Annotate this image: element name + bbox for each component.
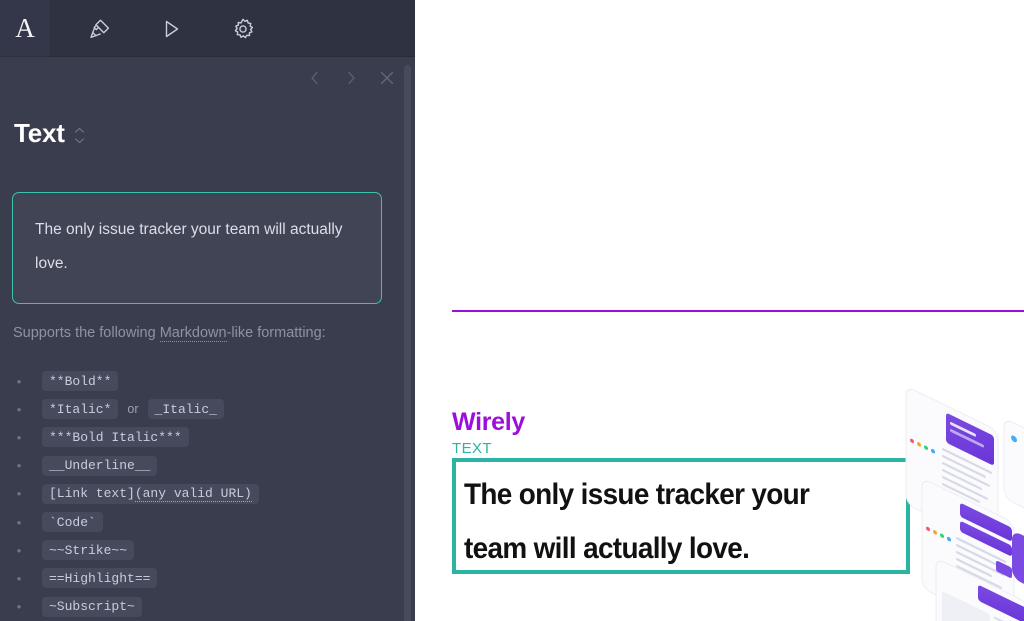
bullet-icon: • — [16, 542, 22, 558]
panel-nav — [305, 70, 397, 90]
syntax-code: ~~Strike~~ — [42, 540, 135, 561]
text-preview-box[interactable]: The only issue tracker your team will ac… — [452, 458, 910, 574]
markdown-help-text: Supports the following Markdown-like for… — [13, 325, 326, 342]
syntax-code: ==Highlight== — [42, 568, 158, 589]
brand-block: Wirely TEXT — [452, 408, 526, 457]
editor-panel: A Text The only issue tracker your team … — [0, 0, 415, 621]
list-item: • ***Bold Italic*** — [10, 423, 401, 451]
syntax-chip-group: __Underline__ — [42, 455, 158, 476]
paint-brush-icon — [87, 16, 113, 42]
text-editor-input[interactable]: The only issue tracker your team will ac… — [12, 192, 382, 304]
preview-line-2: team will actually love. — [464, 532, 750, 565]
close-icon — [378, 69, 396, 92]
nav-back-button[interactable] — [305, 70, 325, 90]
brand-kicker: TEXT — [452, 440, 492, 457]
panel-close-button[interactable] — [377, 70, 397, 90]
nav-forward-button[interactable] — [341, 70, 361, 90]
syntax-code: `Code` — [42, 512, 103, 533]
brand-name: Wirely — [452, 408, 526, 436]
divider-rule — [452, 310, 1024, 312]
bullet-icon: • — [16, 570, 22, 586]
syntax-chip-group: ~~Strike~~ — [42, 540, 135, 561]
syntax-chip-group: *Italic* or _Italic_ — [42, 399, 224, 420]
tab-play[interactable] — [146, 0, 196, 57]
syntax-code: [Link text] — [49, 486, 135, 502]
list-item: • ==Highlight== — [10, 564, 401, 592]
bullet-icon: • — [16, 373, 22, 389]
tab-style[interactable] — [75, 0, 125, 57]
gear-icon — [230, 16, 256, 42]
list-item: • __Underline__ — [10, 452, 401, 480]
syntax-code: **Bold** — [42, 371, 119, 392]
syntax-chip-group: ***Bold Italic*** — [42, 427, 189, 448]
bullet-icon: • — [16, 599, 22, 615]
list-item: • ~Subscript~ — [10, 593, 401, 621]
syntax-code: ~Subscript~ — [42, 596, 142, 617]
list-item: • ~~Strike~~ — [10, 536, 401, 564]
syntax-code: __Underline__ — [42, 455, 158, 476]
page-title: Text — [14, 118, 65, 148]
tab-text[interactable]: A — [0, 0, 50, 57]
chevron-up-down-icon[interactable] — [74, 127, 85, 144]
chevron-left-icon — [307, 70, 323, 91]
syntax-or-label: or — [127, 402, 139, 417]
list-item: • [Link text](any valid URL) — [10, 480, 401, 508]
tab-settings[interactable] — [218, 0, 268, 57]
markdown-syntax-list: • **Bold** • *Italic* or _Italic_ • ***B… — [10, 367, 401, 621]
syntax-chip-group: ==Highlight== — [42, 568, 158, 589]
section-header[interactable]: Text — [14, 118, 85, 149]
syntax-chip-group: [Link text](any valid URL) — [42, 483, 259, 504]
bullet-icon: • — [16, 514, 22, 530]
syntax-chip-group: ~Subscript~ — [42, 596, 142, 617]
syntax-chip-group: `Code` — [42, 512, 103, 533]
list-item: • *Italic* or _Italic_ — [10, 395, 401, 423]
markdown-link[interactable]: Markdown — [159, 325, 227, 342]
preview-line-1: The only issue tracker your — [464, 478, 810, 511]
panel-scrollbar[interactable] — [403, 57, 412, 621]
syntax-chip-group: **Bold** — [42, 371, 119, 392]
letter-a-icon: A — [15, 13, 35, 43]
list-item: • `Code` — [10, 508, 401, 536]
bullet-icon: • — [16, 486, 22, 502]
chevron-right-icon — [343, 70, 359, 91]
play-triangle-icon — [158, 16, 184, 42]
bullet-icon: • — [16, 458, 22, 474]
panel-toolbar: A — [0, 0, 415, 57]
supports-suffix: -like formatting: — [226, 325, 326, 341]
syntax-code-alt: _Italic_ — [147, 399, 224, 420]
syntax-code: *Italic* — [42, 399, 119, 420]
list-item: • **Bold** — [10, 367, 401, 395]
syntax-code: ***Bold Italic*** — [42, 427, 189, 448]
supports-prefix: Supports the following — [13, 325, 160, 341]
bullet-icon: • — [16, 401, 22, 417]
preview-canvas: Wirely TEXT The only issue tracker your … — [415, 0, 1024, 621]
syntax-code-link: [Link text](any valid URL) — [42, 483, 259, 504]
scrollbar-thumb[interactable] — [404, 65, 411, 621]
isometric-app-screens-illustration — [900, 380, 1024, 621]
app-root: A Text The only issue tracker your team … — [0, 0, 1024, 621]
syntax-code-url: (any valid URL) — [134, 486, 252, 503]
bullet-icon: • — [16, 429, 22, 445]
